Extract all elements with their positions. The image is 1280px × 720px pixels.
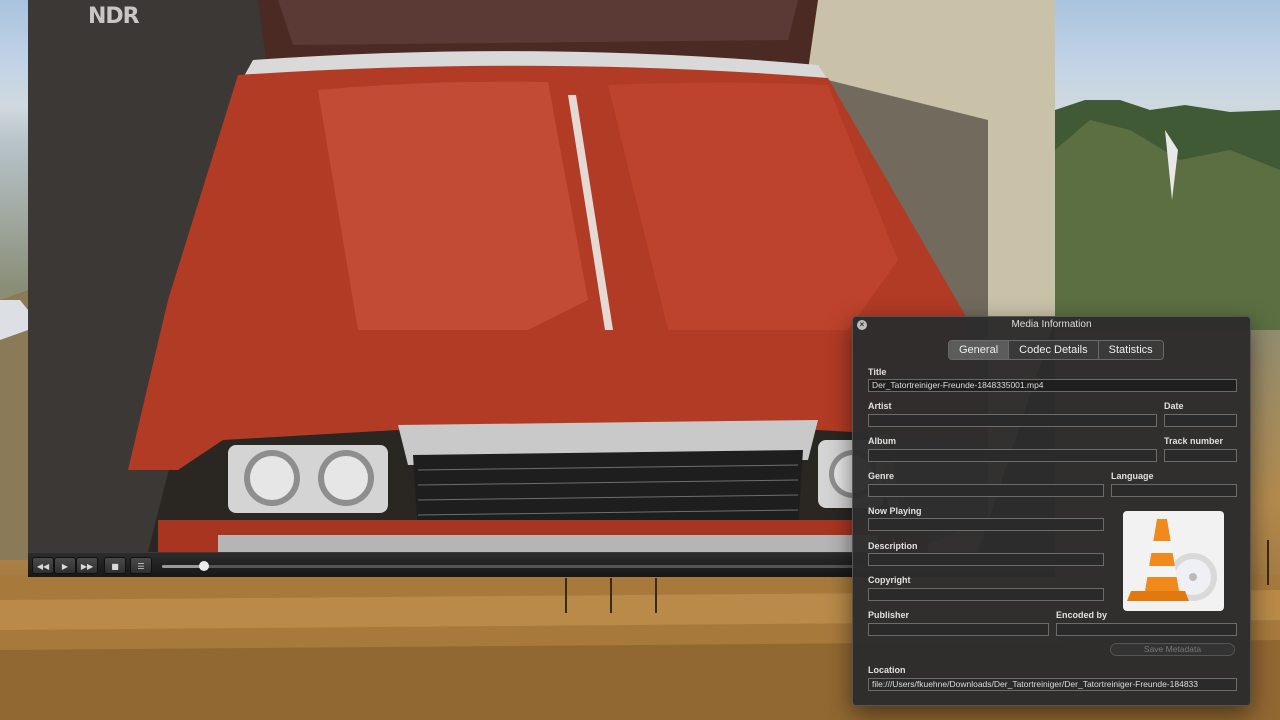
now-playing-field[interactable] xyxy=(868,518,1104,531)
play-button[interactable]: ▶ xyxy=(54,557,76,574)
publisher-field[interactable] xyxy=(868,623,1049,636)
stop-button[interactable]: ■ xyxy=(104,557,126,574)
album-label: Album xyxy=(868,436,896,446)
artist-label: Artist xyxy=(868,401,892,411)
album-field[interactable] xyxy=(868,449,1157,462)
title-label: Title xyxy=(868,367,887,377)
track-number-label: Track number xyxy=(1164,436,1224,446)
tab-general[interactable]: General xyxy=(949,341,1009,359)
media-information-panel: × Media Information General Codec Detail… xyxy=(852,316,1251,706)
genre-field[interactable] xyxy=(868,484,1104,497)
language-label: Language xyxy=(1111,471,1154,481)
publisher-label: Publisher xyxy=(868,610,910,620)
seek-bar[interactable] xyxy=(162,561,862,571)
description-label: Description xyxy=(868,541,918,551)
stop-icon: ■ xyxy=(111,562,119,571)
copyright-field[interactable] xyxy=(868,588,1104,601)
seek-progress xyxy=(162,565,204,568)
title-field[interactable]: Der_Tatortreiniger-Freunde-1848335001.mp… xyxy=(868,379,1237,392)
save-metadata-button[interactable]: Save Metadata xyxy=(1110,643,1235,656)
now-playing-label: Now Playing xyxy=(868,506,922,516)
fast-forward-icon: ▶▶ xyxy=(80,562,94,571)
seek-knob[interactable] xyxy=(199,561,209,571)
tab-statistics[interactable]: Statistics xyxy=(1097,341,1163,359)
track-number-field[interactable] xyxy=(1164,449,1237,462)
tab-bar: General Codec Details Statistics xyxy=(948,340,1164,360)
encoded-by-label: Encoded by xyxy=(1056,610,1108,620)
playlist-button[interactable]: ☰ xyxy=(130,557,152,574)
forward-button[interactable]: ▶▶ xyxy=(76,557,98,574)
playlist-icon: ☰ xyxy=(137,562,145,571)
tab-codec-details[interactable]: Codec Details xyxy=(1008,341,1098,359)
channel-logo: NDR xyxy=(88,4,140,29)
rewind-icon: ◀◀ xyxy=(36,562,50,571)
panel-title: Media Information xyxy=(1011,319,1092,330)
encoded-by-field[interactable] xyxy=(1056,623,1237,636)
vlc-cone-icon xyxy=(1127,519,1217,601)
artwork-well[interactable] xyxy=(1123,511,1224,611)
rewind-button[interactable]: ◀◀ xyxy=(32,557,54,574)
copyright-label: Copyright xyxy=(868,575,911,585)
artist-field[interactable] xyxy=(868,414,1157,427)
play-icon: ▶ xyxy=(61,562,69,571)
location-label: Location xyxy=(868,665,906,675)
location-field[interactable]: file:///Users/fkuehne/Downloads/Der_Tato… xyxy=(868,678,1237,691)
description-field[interactable] xyxy=(868,553,1104,566)
date-field[interactable] xyxy=(1164,414,1237,427)
language-field[interactable] xyxy=(1111,484,1237,497)
date-label: Date xyxy=(1164,401,1184,411)
genre-label: Genre xyxy=(868,471,895,481)
